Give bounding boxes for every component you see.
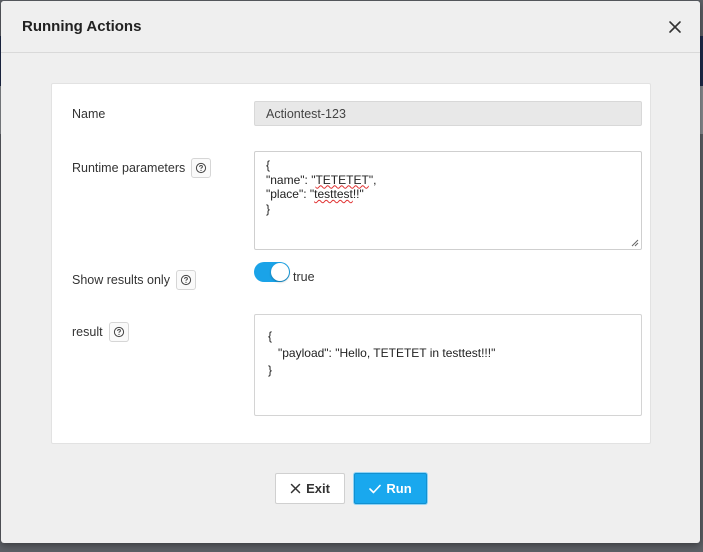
name-label-row: Name (72, 107, 105, 121)
close-button[interactable] (666, 18, 684, 36)
runtime-parameters-textarea[interactable]: { "name": "TETETET", "place": "testtest!… (254, 151, 642, 250)
close-icon (669, 21, 681, 33)
exit-button-label: Exit (306, 481, 330, 496)
show-results-label: Show results only (72, 273, 170, 287)
runtime-label-row: Runtime parameters (72, 158, 212, 178)
show-results-toggle[interactable] (254, 262, 290, 282)
exit-button[interactable]: Exit (275, 473, 345, 504)
show-results-help-button[interactable] (175, 270, 196, 290)
show-results-value: true (293, 270, 315, 284)
check-icon (369, 484, 382, 494)
form-card: Name Actiontest-123 Runtime parameters {… (51, 83, 651, 444)
result-help-button[interactable] (108, 322, 129, 342)
result-label: result (72, 325, 103, 339)
runtime-line: "place": "testtest!!" (266, 187, 364, 201)
result-line: { (268, 329, 273, 343)
dialog-title: Running Actions (22, 18, 142, 35)
name-label: Name (72, 107, 106, 121)
toggle-knob (271, 263, 289, 281)
runtime-help-button[interactable] (191, 158, 212, 178)
name-field: Actiontest-123 (254, 101, 642, 126)
help-circle-icon (113, 326, 124, 338)
result-label-row: result (72, 322, 129, 342)
help-circle-icon (180, 274, 192, 286)
x-icon (290, 483, 301, 494)
runtime-line: } (266, 201, 271, 216)
runtime-line: { (266, 158, 271, 172)
resize-grip-icon[interactable] (631, 239, 639, 247)
result-line: "payload": "Hello, TETETET in testtest!!… (268, 346, 496, 360)
result-output: { "payload": "Hello, TETETET in testtest… (254, 314, 642, 416)
run-button-label: Run (386, 481, 412, 496)
runtime-parameters-label: Runtime parameters (72, 161, 186, 175)
runtime-line: "name": "TETETET", (266, 172, 377, 187)
show-results-label-row: Show results only (72, 270, 196, 290)
running-actions-dialog: Running Actions Name Actiontest-123 Runt… (1, 1, 700, 543)
result-line: } (268, 363, 273, 377)
run-button[interactable]: Run (354, 473, 427, 504)
dialog-header: Running Actions (1, 1, 700, 53)
help-circle-icon (196, 162, 207, 174)
